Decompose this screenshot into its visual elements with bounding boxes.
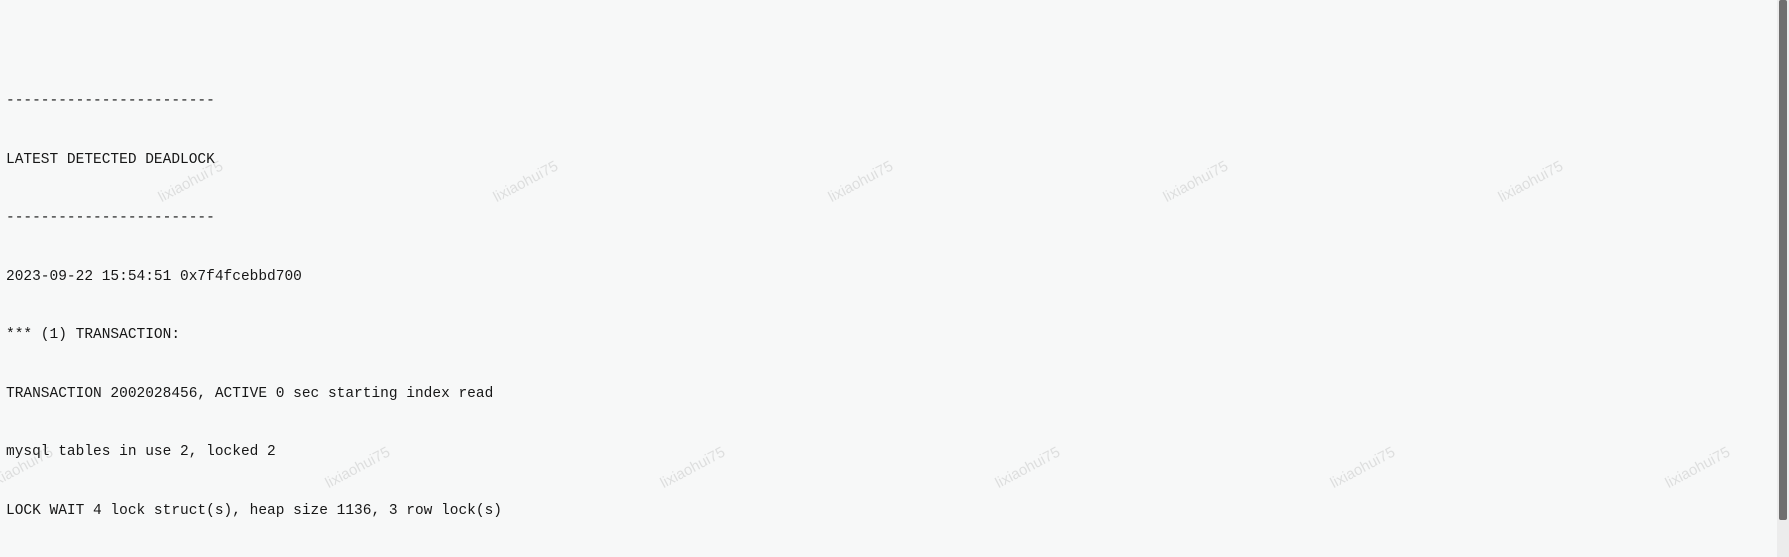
vertical-scrollbar-thumb[interactable] [1779, 0, 1787, 520]
log-line[interactable]: ------------------------ [6, 209, 1783, 229]
log-line[interactable]: LATEST DETECTED DEADLOCK [6, 151, 1783, 171]
log-line[interactable]: TRANSACTION 2002028456, ACTIVE 0 sec sta… [6, 385, 1783, 405]
log-line[interactable]: mysql tables in use 2, locked 2 [6, 443, 1783, 463]
log-line[interactable]: *** (1) TRANSACTION: [6, 326, 1783, 346]
log-line[interactable]: LOCK WAIT 4 lock struct(s), heap size 11… [6, 502, 1783, 522]
log-line[interactable]: 2023-09-22 15:54:51 0x7f4fcebbd700 [6, 268, 1783, 288]
log-viewport: ------------------------ LATEST DETECTED… [0, 0, 1789, 557]
log-line[interactable]: ------------------------ [6, 92, 1783, 112]
vertical-scrollbar[interactable] [1777, 0, 1789, 557]
